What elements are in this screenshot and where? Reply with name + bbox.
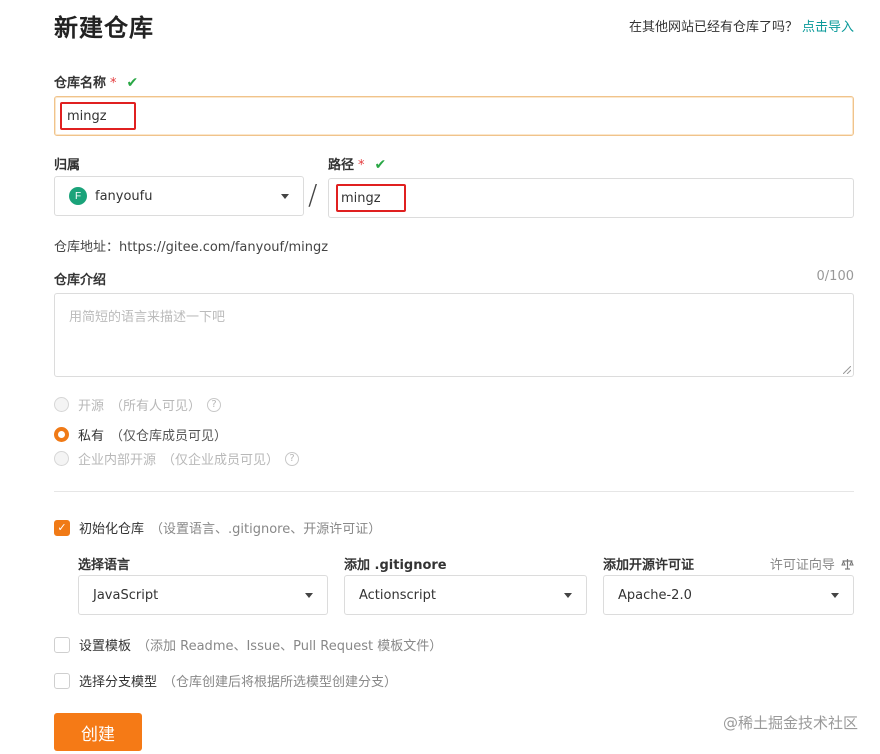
init-repo-option[interactable]: ✓ 初始化仓库 （设置语言、.gitignore、开源许可证）	[54, 518, 381, 537]
help-icon[interactable]: ?	[285, 451, 300, 466]
init-repo-label: 初始化仓库	[79, 522, 145, 537]
repo-address: 仓库地址：https://gitee.com/fanyouf/mingz	[54, 236, 328, 255]
radio-enterprise[interactable]	[54, 451, 69, 466]
create-button[interactable]: 创建	[54, 713, 142, 751]
visibility-enterprise-hint: （仅企业成员可见）	[162, 453, 280, 468]
watermark: @稀土掘金技术社区	[722, 714, 858, 732]
template-checkbox[interactable]	[54, 636, 70, 653]
language-value: JavaScript	[93, 587, 159, 603]
import-hint-text: 在其他网站已经有仓库了吗？	[628, 20, 798, 35]
path-input[interactable]: mingz	[328, 178, 854, 218]
import-link[interactable]: 点击导入	[802, 20, 854, 35]
scale-icon	[841, 559, 854, 570]
branch-model-checkbox[interactable]	[54, 672, 70, 689]
highlight-box	[60, 102, 136, 130]
chevron-down-icon	[281, 193, 289, 199]
check-icon: ✔	[126, 75, 139, 91]
import-hint: 在其他网站已经有仓库了吗？ 点击导入	[629, 16, 854, 35]
visibility-open-label: 开源	[78, 399, 105, 414]
chevron-down-icon	[305, 592, 313, 598]
owner-select[interactable]: F fanyoufu	[54, 176, 304, 216]
page-title: 新建仓库	[54, 14, 154, 42]
visibility-option-private[interactable]: 私有 （仅仓库成员可见）	[54, 425, 227, 444]
path-label-text: 路径	[328, 158, 355, 173]
help-icon[interactable]: ?	[207, 397, 222, 412]
repo-name-label: 仓库名称 * ✔	[54, 72, 138, 91]
visibility-option-enterprise[interactable]: 企业内部开源 （仅企业成员可见） ?	[54, 449, 300, 468]
radio-open[interactable]	[54, 397, 69, 412]
resize-grip-icon[interactable]	[843, 366, 851, 374]
branch-model-label: 选择分支模型	[79, 675, 158, 690]
visibility-private-hint: （仅仓库成员可见）	[110, 429, 228, 444]
chevron-down-icon	[831, 592, 839, 598]
license-label: 添加开源许可证	[603, 558, 695, 573]
divider	[54, 491, 854, 492]
visibility-open-hint: （所有人可见）	[110, 399, 202, 414]
visibility-option-open[interactable]: 开源 （所有人可见） ?	[54, 395, 222, 414]
intro-placeholder: 用简短的语言来描述一下吧	[69, 310, 226, 325]
template-hint: （添加 Readme、Issue、Pull Request 模板文件）	[137, 639, 443, 654]
gitignore-select[interactable]: Actionscript	[344, 575, 587, 615]
gitignore-value: Actionscript	[359, 587, 436, 603]
license-select[interactable]: Apache-2.0	[603, 575, 854, 615]
radio-private[interactable]	[54, 427, 69, 442]
branch-model-option[interactable]: 选择分支模型 （仓库创建后将根据所选模型创建分支）	[54, 671, 397, 690]
license-guide-link[interactable]: 许可证向导	[770, 554, 854, 573]
init-repo-checkbox[interactable]: ✓	[54, 519, 70, 536]
repo-name-label-text: 仓库名称	[54, 76, 107, 91]
repo-address-value: https://gitee.com/fanyouf/mingz	[119, 240, 329, 255]
path-separator: /	[308, 178, 318, 211]
repo-address-label: 仓库地址：	[54, 240, 120, 255]
template-label: 设置模板	[79, 639, 132, 654]
required-mark: *	[358, 158, 365, 173]
language-select[interactable]: JavaScript	[78, 575, 328, 615]
intro-label: 仓库介绍	[54, 273, 107, 288]
branch-model-hint: （仓库创建后将根据所选模型创建分支）	[163, 675, 398, 690]
visibility-enterprise-label: 企业内部开源	[78, 453, 157, 468]
language-label: 选择语言	[78, 558, 131, 573]
avatar: F	[69, 187, 87, 205]
highlight-box	[336, 184, 406, 212]
repo-name-input[interactable]: mingz	[54, 96, 854, 136]
visibility-private-label: 私有	[78, 429, 105, 444]
gitignore-label: 添加 .gitignore	[344, 558, 447, 573]
owner-label: 归属	[54, 158, 81, 173]
license-value: Apache-2.0	[618, 587, 692, 603]
intro-counter: 0/100	[816, 269, 854, 284]
license-guide-text: 许可证向导	[769, 558, 835, 573]
intro-textarea[interactable]: 用简短的语言来描述一下吧	[54, 293, 854, 377]
init-repo-hint: （设置语言、.gitignore、开源许可证）	[150, 522, 382, 537]
owner-value: fanyoufu	[95, 188, 153, 204]
path-label: 路径 * ✔	[328, 154, 386, 173]
chevron-down-icon	[564, 592, 572, 598]
required-mark: *	[110, 76, 117, 91]
template-option[interactable]: 设置模板 （添加 Readme、Issue、Pull Request 模板文件）	[54, 635, 442, 654]
check-icon: ✔	[374, 157, 387, 173]
